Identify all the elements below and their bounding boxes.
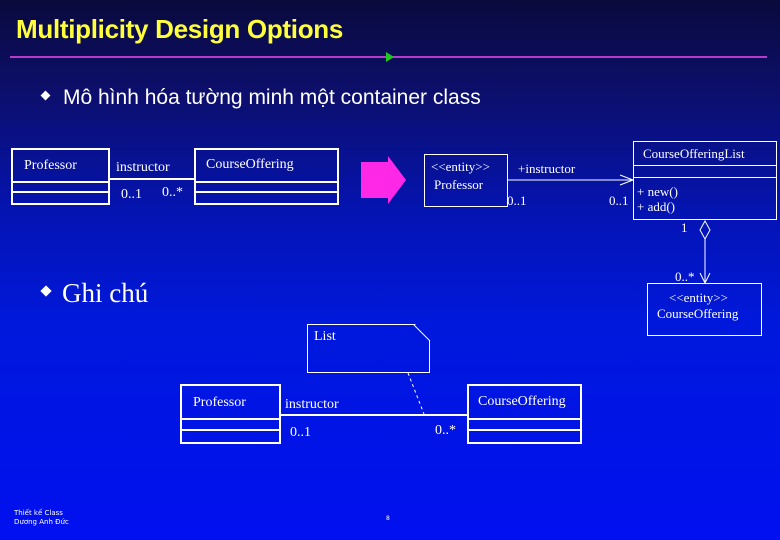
- class-name: CourseOffering: [657, 306, 739, 321]
- class-name: CourseOffering: [478, 394, 566, 409]
- bullet-text: Ghi chú: [62, 278, 149, 308]
- class-professor[interactable]: Professor: [180, 384, 281, 444]
- overlay-lines: [361, 156, 711, 415]
- multiplicity-list: 0..1: [609, 193, 629, 208]
- footer-course: Thiết kế Class: [14, 509, 63, 517]
- compartment-divider: [634, 165, 776, 166]
- class-courseoffering[interactable]: CourseOffering: [467, 384, 582, 444]
- class-courseoffering-entity[interactable]: <<entity>> CourseOffering: [647, 283, 762, 336]
- note-text: List: [314, 329, 336, 344]
- bullet-note: Ghi chú: [40, 278, 149, 309]
- footer-author: Dương Anh Đức: [14, 518, 69, 526]
- class-name: CourseOfferingList: [643, 146, 745, 161]
- diamond-bullet-icon: [40, 285, 52, 297]
- compartment-divider: [634, 177, 776, 178]
- role-label: +instructor: [518, 161, 576, 176]
- class-name: Professor: [434, 177, 484, 192]
- class-name: Professor: [193, 395, 246, 410]
- compartment-divider: [182, 418, 279, 420]
- compartment-divider: [182, 429, 279, 431]
- page-number: 8: [386, 515, 390, 522]
- operation: + new(): [637, 184, 678, 199]
- class-professor-entity[interactable]: <<entity>> Professor: [424, 154, 508, 207]
- aggregation-diamond-icon: [699, 219, 711, 241]
- right-arrow-icon: [361, 156, 406, 204]
- note-list[interactable]: List: [307, 324, 430, 373]
- stereotype: <<entity>>: [431, 159, 490, 174]
- note-anchor-line: [407, 372, 425, 415]
- note-right-edge: [429, 340, 430, 373]
- multiplicity-professor: 0..1: [507, 193, 527, 208]
- compartment-divider: [469, 418, 580, 420]
- class-courseofferinglist[interactable]: CourseOfferingList + new() + add(): [633, 141, 777, 220]
- compartment-divider: [469, 429, 580, 431]
- multiplicity-left: 0..1: [290, 425, 311, 440]
- multiplicity-right: 0..*: [435, 423, 456, 438]
- stereotype: <<entity>>: [669, 290, 728, 305]
- association-line: [281, 414, 467, 416]
- multiplicity-whole: 1: [681, 220, 688, 235]
- role-label: instructor: [285, 397, 339, 412]
- footer: Thiết kế Class Dương Anh Đức: [14, 509, 69, 527]
- operation: + add(): [637, 199, 676, 214]
